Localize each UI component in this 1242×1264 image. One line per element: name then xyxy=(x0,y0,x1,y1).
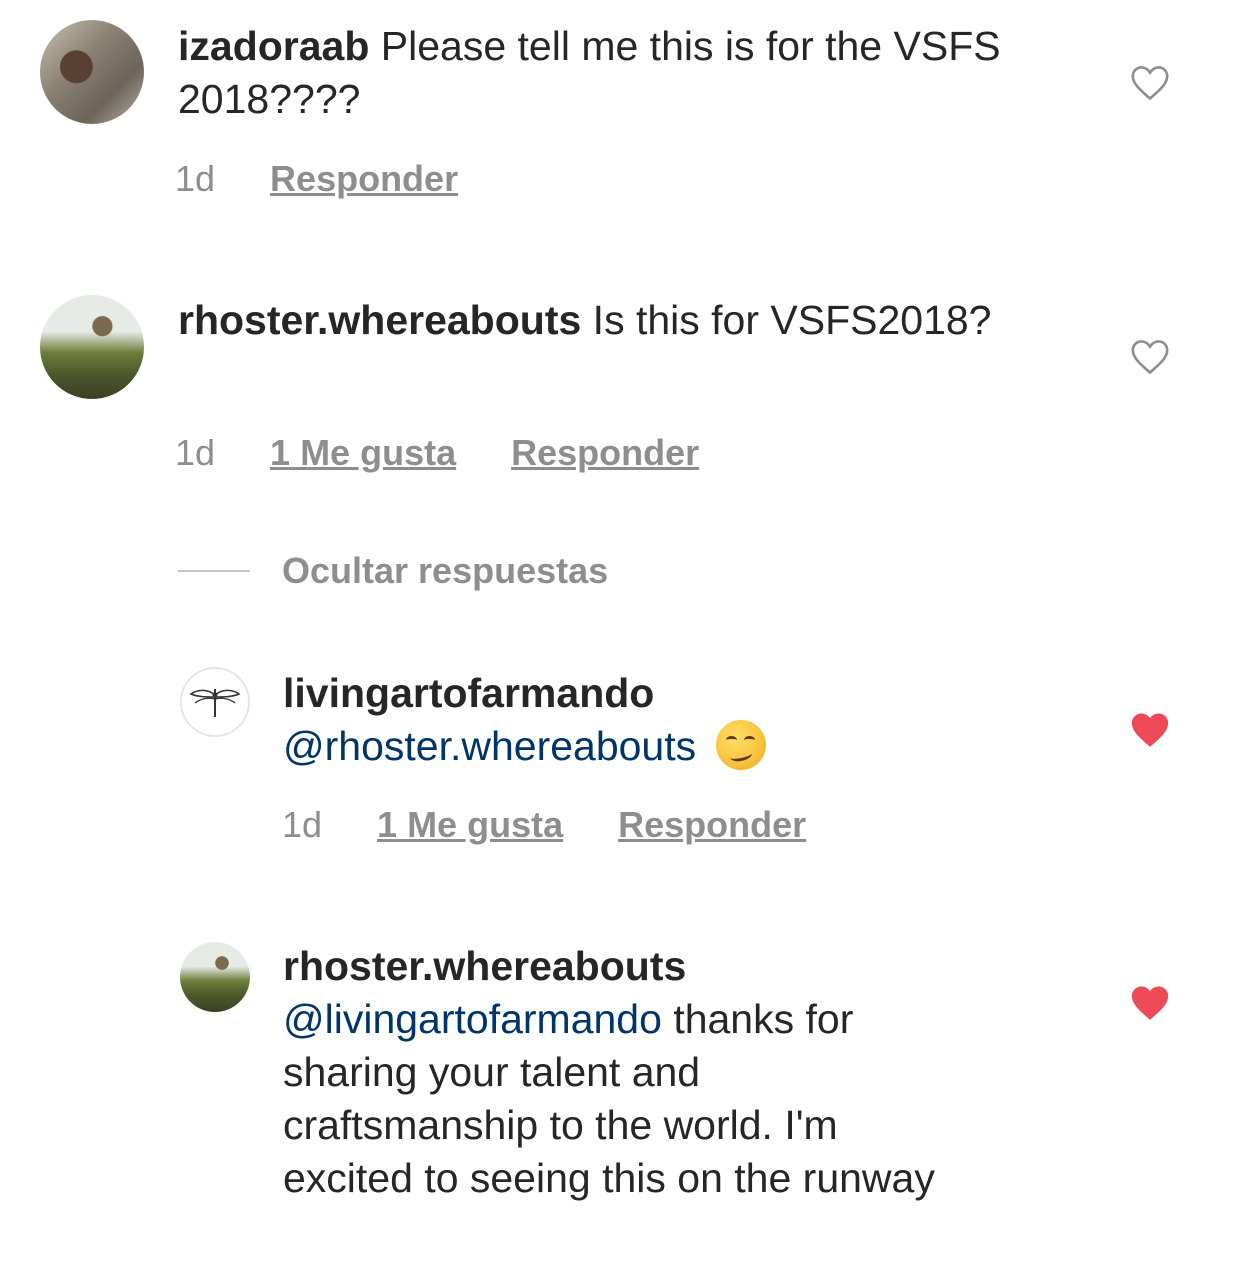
hide-replies-toggle[interactable]: Ocultar respuestas xyxy=(178,550,608,592)
smirking-face-emoji xyxy=(715,720,766,770)
heart-outline-icon[interactable] xyxy=(1130,65,1170,101)
comment-body: izadoraab Please tell me this is for the… xyxy=(178,20,1058,126)
mention-link[interactable]: @livingartofarmando xyxy=(283,996,662,1042)
avatar-rhoster-whereabouts[interactable] xyxy=(40,295,144,399)
hide-replies-label: Ocultar respuestas xyxy=(282,550,609,591)
comment-text: thanks for xyxy=(661,996,854,1042)
comment-username[interactable]: livingartofarmando xyxy=(283,670,654,716)
comment-meta: 1d 1 Me gusta Responder xyxy=(175,432,754,474)
heart-filled-icon[interactable] xyxy=(1130,985,1170,1021)
comment-username[interactable]: rhoster.whereabouts xyxy=(178,297,581,343)
likes-count-link[interactable]: 1 Me gusta xyxy=(270,432,456,474)
comment-time: 1d xyxy=(175,432,216,473)
comment-text: sharing your talent and xyxy=(283,1049,701,1095)
comment-username[interactable]: rhoster.whereabouts xyxy=(283,943,686,989)
comment-meta: 1d Responder xyxy=(175,158,513,200)
heart-outline-icon[interactable] xyxy=(1130,339,1170,375)
logo-icon xyxy=(189,689,241,717)
avatar-izadoraab[interactable] xyxy=(40,20,144,124)
reply-body: rhoster.whereabouts @livingartofarmando … xyxy=(283,940,1143,1205)
avatar-rhoster-whereabouts[interactable] xyxy=(180,942,250,1012)
comment-text: excited to seeing this on the runway xyxy=(283,1155,935,1201)
comment-username[interactable]: izadoraab xyxy=(178,23,369,69)
comment-text: craftsmanship to the world. I'm xyxy=(283,1102,838,1148)
mention-link[interactable]: @rhoster.whereabouts xyxy=(283,723,696,769)
divider-line xyxy=(178,570,250,572)
reply-meta: 1d 1 Me gusta Responder xyxy=(282,804,861,846)
reply-button[interactable]: Responder xyxy=(511,432,699,474)
comment-time: 1d xyxy=(175,158,216,199)
heart-filled-icon[interactable] xyxy=(1130,712,1170,748)
reply-button[interactable]: Responder xyxy=(618,804,806,846)
reply-button[interactable]: Responder xyxy=(270,158,458,200)
comment-text: Is this for VSFS2018? xyxy=(581,297,992,343)
reply-body: livingartofarmando @rhoster.whereabouts xyxy=(283,667,1083,773)
comment-body: rhoster.whereabouts Is this for VSFS2018… xyxy=(178,294,1058,347)
comment-time: 1d xyxy=(282,804,323,845)
avatar-livingartofarmando[interactable] xyxy=(180,667,250,737)
likes-count-link[interactable]: 1 Me gusta xyxy=(377,804,563,846)
